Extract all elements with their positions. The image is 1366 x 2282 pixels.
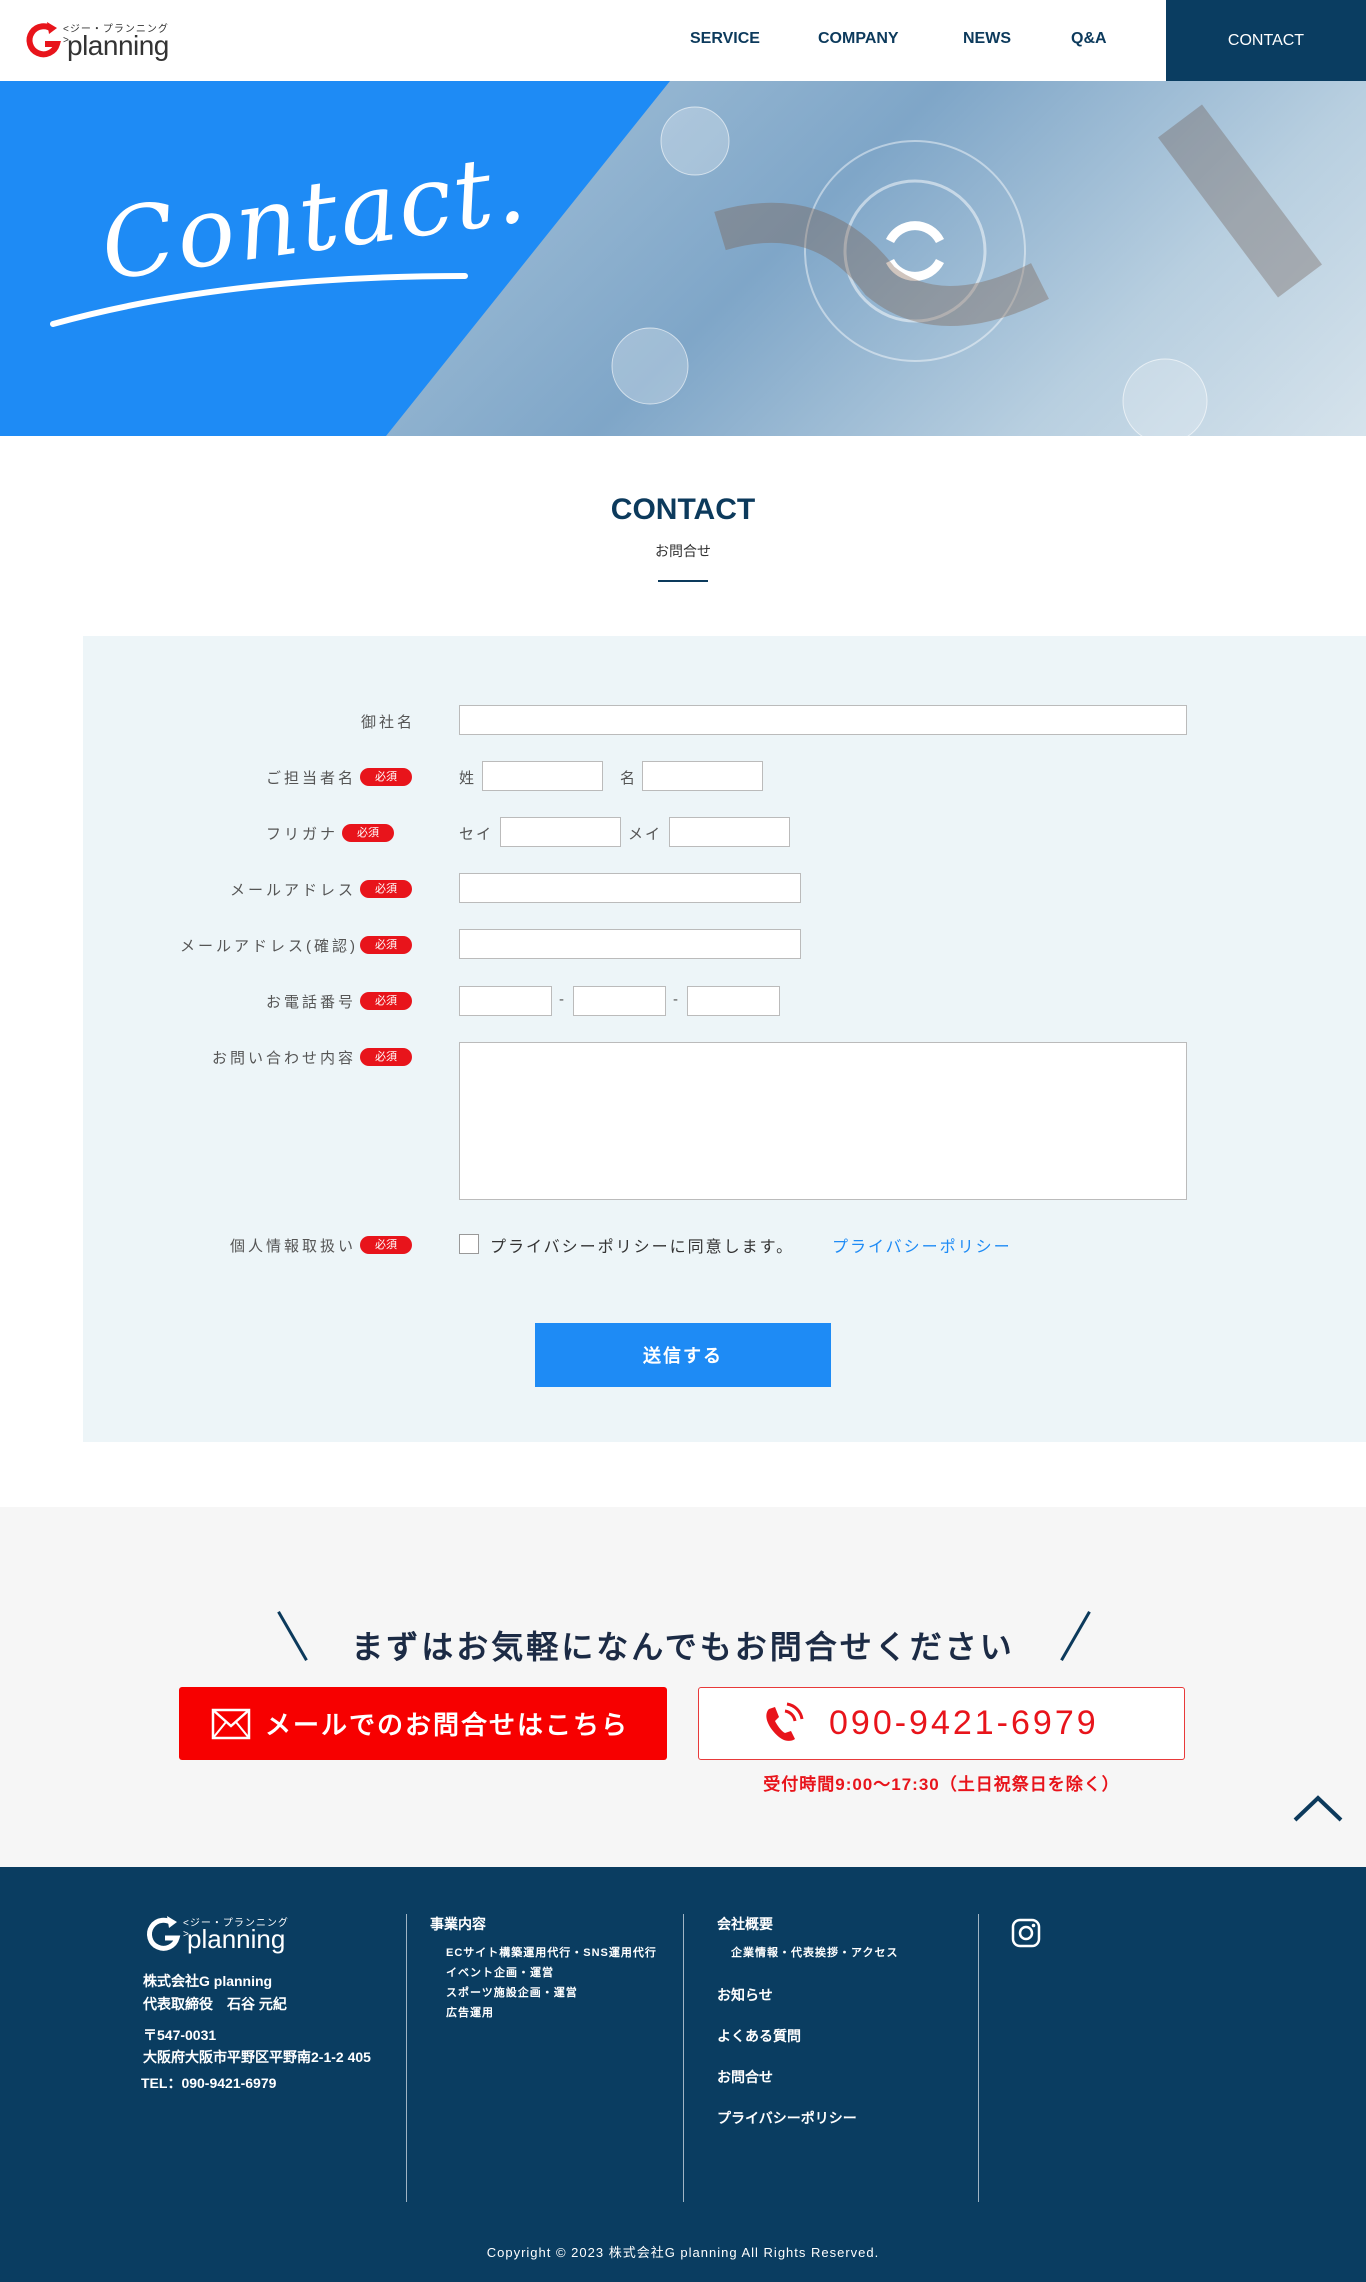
site-logo[interactable]: <ジー・プランニング> planning bbox=[23, 16, 173, 66]
page-title: CONTACT bbox=[610, 493, 756, 526]
footer-ceo: 代表取締役 石谷 元紀 bbox=[143, 1996, 287, 2012]
nav-qa[interactable]: Q&A bbox=[1071, 30, 1107, 48]
footer-link-privacy[interactable]: プライバシーポリシー bbox=[717, 2108, 857, 2128]
business-hours: 受付時間9:00～17:30（土日祝祭日を除く） bbox=[763, 1775, 1120, 1794]
privacy-policy-link[interactable]: プライバシーポリシー bbox=[832, 1233, 1012, 1257]
inquiry-label: お問い合わせ内容 bbox=[212, 1050, 357, 1067]
g-logo-icon bbox=[26, 22, 61, 58]
inquiry-textarea[interactable] bbox=[459, 1042, 1187, 1200]
phone-icon bbox=[766, 1702, 804, 1741]
last-name-label: 姓 bbox=[459, 770, 477, 787]
services-heading[interactable]: 事業内容 bbox=[430, 1914, 486, 1934]
service-item[interactable]: 広告運用 bbox=[446, 2004, 494, 2020]
footer-logo-word: planning bbox=[187, 1924, 286, 1954]
required-badge: 必須 bbox=[360, 1048, 412, 1066]
phone-number: 090-9421-6979 bbox=[829, 1704, 1099, 1742]
footer-address: 大阪府大阪市平野区平野南2-1-2 405 bbox=[143, 2049, 371, 2065]
footer-divider bbox=[406, 1914, 407, 2202]
phone-label: お電話番号 bbox=[266, 994, 357, 1011]
phone-separator: - bbox=[559, 991, 566, 1008]
first-name-label: 名 bbox=[620, 770, 638, 787]
privacy-agree-text: プライバシーポリシーに同意します。 bbox=[490, 1239, 795, 1256]
privacy-label: 個人情報取扱い bbox=[230, 1238, 357, 1255]
kana-first-label: メイ bbox=[628, 826, 663, 843]
mail-icon bbox=[211, 1708, 251, 1739]
copyright: Copyright © 2023 株式会社G planning All Righ… bbox=[486, 2245, 880, 2260]
mail-button-label: メールでのお問合せはこちら bbox=[265, 1710, 630, 1740]
phone-input-2[interactable] bbox=[573, 986, 666, 1016]
footer-link-faq[interactable]: よくある質問 bbox=[717, 2026, 801, 2046]
email-confirm-input[interactable] bbox=[459, 929, 801, 959]
footer-link-news[interactable]: お知らせ bbox=[717, 1985, 773, 2005]
nav-news[interactable]: NEWS bbox=[963, 30, 1011, 48]
footer-logo[interactable]: <ジー・プランニング> planning bbox=[143, 1910, 293, 1960]
nav-service[interactable]: SERVICE bbox=[690, 30, 760, 48]
site-header: <ジー・プランニング> planning SERVICE COMPANY NEW… bbox=[0, 0, 1366, 81]
required-badge: 必須 bbox=[360, 768, 412, 786]
chevron-up-icon[interactable] bbox=[1292, 1793, 1344, 1823]
company-label: 御社名 bbox=[361, 714, 416, 731]
cta-title: まずはお気軽になんでもお問合せください bbox=[351, 1629, 1015, 1665]
company-input[interactable] bbox=[459, 705, 1187, 735]
footer-tel: TEL：090-9421-6979 bbox=[141, 2075, 277, 2091]
company-sub-link[interactable]: 企業情報・代表挨拶・アクセス bbox=[731, 1944, 898, 1960]
footer-link-contact[interactable]: お問合せ bbox=[717, 2067, 773, 2087]
g-logo-icon bbox=[147, 1916, 181, 1951]
contact-form bbox=[83, 636, 1366, 1442]
required-badge: 必須 bbox=[342, 824, 394, 842]
title-divider bbox=[658, 580, 708, 582]
required-badge: 必須 bbox=[360, 936, 412, 954]
footer-company-name: 株式会社G planning bbox=[143, 1973, 273, 1989]
first-name-input[interactable] bbox=[642, 761, 763, 791]
footer-divider bbox=[683, 1914, 684, 2202]
nav-company[interactable]: COMPANY bbox=[818, 30, 899, 48]
required-badge: 必須 bbox=[360, 880, 412, 898]
service-item[interactable]: ECサイト構築運用代行・SNS運用代行 bbox=[446, 1944, 657, 1960]
last-name-input[interactable] bbox=[482, 761, 603, 791]
page-subtitle: お問合せ bbox=[655, 543, 711, 559]
phone-input-1[interactable] bbox=[459, 986, 552, 1016]
hero-banner: Contact. bbox=[0, 81, 1366, 436]
service-item[interactable]: イベント企画・運営 bbox=[446, 1964, 554, 1980]
phone-input-3[interactable] bbox=[687, 986, 780, 1016]
company-heading[interactable]: 会社概要 bbox=[717, 1914, 773, 1934]
service-item[interactable]: スポーツ施設企画・運営 bbox=[446, 1984, 578, 2000]
required-badge: 必須 bbox=[360, 992, 412, 1010]
instagram-icon[interactable] bbox=[1011, 1918, 1041, 1948]
email-label: メールアドレス bbox=[230, 882, 357, 899]
email-confirm-label: メールアドレス(確認) bbox=[180, 938, 358, 955]
person-label: ご担当者名 bbox=[266, 770, 357, 787]
email-input[interactable] bbox=[459, 873, 801, 903]
submit-button[interactable]: 送信する bbox=[535, 1323, 831, 1387]
logo-word: planning bbox=[67, 30, 169, 61]
phone-separator: - bbox=[673, 991, 680, 1008]
footer-zip: 〒547-0031 bbox=[143, 2027, 217, 2043]
mail-contact-button[interactable]: メールでのお問合せはこちら bbox=[179, 1687, 667, 1760]
kana-label: フリガナ bbox=[266, 826, 339, 843]
kana-first-input[interactable] bbox=[669, 817, 790, 847]
phone-contact-button[interactable]: 090-9421-6979 bbox=[698, 1687, 1185, 1760]
brush-underline-icon bbox=[50, 273, 468, 327]
required-badge: 必須 bbox=[360, 1236, 412, 1254]
kana-last-label: セイ bbox=[459, 826, 494, 843]
footer-divider bbox=[978, 1914, 979, 2202]
kana-last-input[interactable] bbox=[500, 817, 621, 847]
privacy-checkbox[interactable] bbox=[459, 1234, 479, 1254]
nav-contact-button[interactable]: CONTACT bbox=[1166, 0, 1366, 81]
